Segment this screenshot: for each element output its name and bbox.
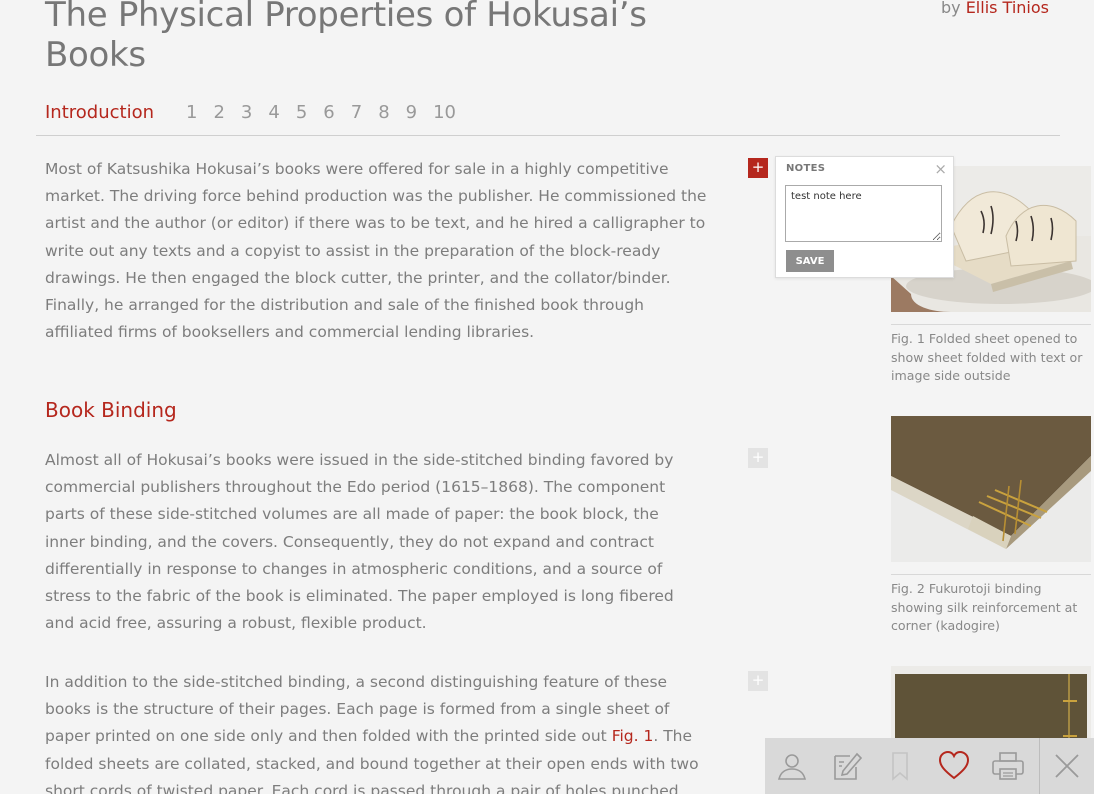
fig-1-link[interactable]: Fig. 1 [612,727,654,745]
binding-paragraph: Almost all of Hokusai’s books were issue… [45,451,674,633]
pages-paragraph-text-1: In addition to the side-stitched binding… [45,673,670,746]
print-icon [992,752,1024,780]
edit-note-icon [834,752,862,780]
bottom-toolbar [765,738,1094,794]
add-note-button[interactable]: + [748,671,768,691]
figure-2-image[interactable] [891,416,1091,562]
pages-paragraph: In addition to the side-stitched binding… [45,669,710,794]
add-note-button-active[interactable]: + [748,158,768,178]
intro-paragraph: Most of Katsushika Hokusai’s books were … [45,160,707,342]
nav-page-9[interactable]: 9 [406,102,417,123]
author-link[interactable]: Ellis Tinios [966,0,1049,17]
nav-page-1[interactable]: 1 [186,102,197,123]
favorite-tool-button[interactable] [927,738,981,794]
figure-1-caption: Fig. 1 Folded sheet opened to show sheet… [891,331,1083,384]
notes-close-icon[interactable]: × [934,160,947,178]
notes-textarea[interactable] [785,185,942,242]
print-tool-button[interactable] [981,738,1035,794]
nav-page-10[interactable]: 10 [433,102,456,123]
section-heading-book-binding: Book Binding [45,398,177,422]
nav-page-3[interactable]: 3 [241,102,252,123]
bookmark-tool-button[interactable] [873,738,927,794]
user-icon [777,754,807,780]
figure-2-caption: Fig. 2 Fukurotoji binding showing silk r… [891,581,1078,634]
nav-page-5[interactable]: 5 [296,102,307,123]
figure-2-illustration [891,416,1091,562]
notes-tool-button[interactable] [819,738,873,794]
notes-popup: NOTES × SAVE [775,156,954,278]
figure-2-divider [891,574,1091,575]
nav-introduction[interactable]: Introduction [45,102,154,123]
nav-page-7[interactable]: 7 [351,102,362,123]
page: The Physical Properties of Hokusai’s Boo… [0,0,1094,794]
nav-page-6[interactable]: 6 [323,102,334,123]
close-tool-button[interactable] [1039,738,1094,794]
nav-divider [36,135,1060,136]
bookmark-icon [892,752,908,781]
add-note-button[interactable]: + [748,448,768,468]
close-icon [1055,754,1079,778]
figure-1-divider [891,324,1091,325]
heart-icon [938,750,970,780]
notes-save-button[interactable]: SAVE [786,250,834,272]
nav-page-4[interactable]: 4 [268,102,279,123]
byline-prefix: by [940,0,961,17]
chapter-nav: Introduction 1 2 3 4 5 6 7 8 9 10 [45,102,472,123]
notes-title: NOTES [786,163,826,174]
nav-page-2[interactable]: 2 [213,102,224,123]
byline: by Ellis Tinios [941,0,1049,17]
page-title: The Physical Properties of Hokusai’s Boo… [45,0,647,75]
user-tool-button[interactable] [765,738,819,794]
nav-page-8[interactable]: 8 [378,102,389,123]
